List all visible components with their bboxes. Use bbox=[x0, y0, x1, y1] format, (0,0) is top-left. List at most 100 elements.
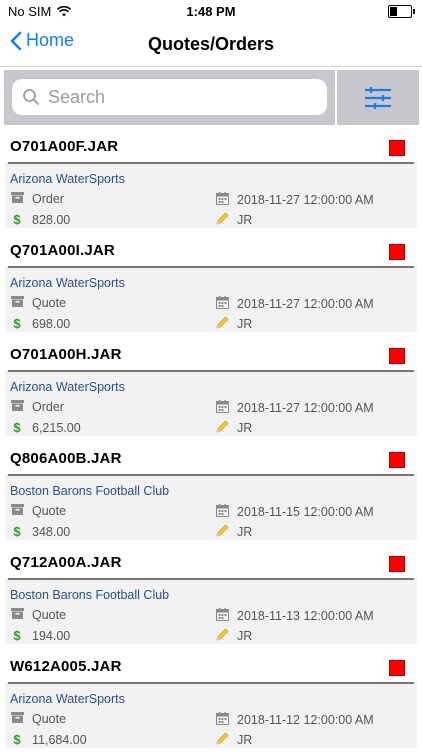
user-row: JR bbox=[215, 524, 252, 540]
order-number: W612A005.JAR bbox=[10, 658, 122, 675]
order-user: JR bbox=[237, 421, 253, 435]
amount-row: $ 194.00 bbox=[10, 628, 70, 643]
dollar-icon: $ bbox=[13, 732, 21, 747]
filter-button[interactable] bbox=[337, 70, 419, 125]
order-amount: 6,215.00 bbox=[32, 420, 81, 435]
search-bar bbox=[4, 70, 335, 125]
status-indicator bbox=[389, 140, 405, 156]
calendar-icon bbox=[215, 296, 229, 312]
archive-box-icon bbox=[10, 400, 24, 414]
order-type: Order bbox=[32, 192, 64, 206]
order-date: 2018-11-27 12:00:00 AM bbox=[237, 193, 374, 207]
card-divider bbox=[8, 370, 414, 372]
order-number: Q701A00I.JAR bbox=[10, 242, 115, 259]
card-header: O701A00F.JAR bbox=[5, 132, 417, 162]
order-date: 2018-11-15 12:00:00 AM bbox=[237, 505, 374, 519]
order-card[interactable]: Q712A00A.JAR Boston Barons Football Club… bbox=[5, 548, 417, 644]
dollar-icon: $ bbox=[13, 628, 21, 643]
dollar-icon: $ bbox=[13, 420, 21, 435]
calendar-icon bbox=[215, 192, 229, 208]
pencil-icon bbox=[215, 628, 229, 644]
pencil-icon bbox=[215, 212, 229, 228]
order-user: JR bbox=[237, 213, 253, 227]
order-card[interactable]: W612A005.JAR Arizona WaterSports Quote $… bbox=[5, 652, 417, 748]
order-type-row: Quote bbox=[10, 608, 66, 622]
dollar-icon: $ bbox=[13, 212, 21, 227]
calendar-icon bbox=[215, 400, 229, 416]
pencil-icon bbox=[215, 420, 229, 436]
customer-name[interactable]: Arizona WaterSports bbox=[10, 172, 125, 186]
order-number: O701A00F.JAR bbox=[10, 138, 119, 155]
order-date: 2018-11-27 12:00:00 AM bbox=[237, 297, 374, 311]
order-number: Q806A00B.JAR bbox=[10, 450, 122, 467]
order-type-row: Quote bbox=[10, 504, 66, 518]
order-user: JR bbox=[237, 733, 253, 747]
user-row: JR bbox=[215, 316, 252, 332]
date-row: 2018-11-27 12:00:00 AM bbox=[215, 400, 374, 416]
pencil-icon bbox=[215, 316, 229, 332]
card-divider bbox=[8, 682, 414, 684]
customer-name[interactable]: Arizona WaterSports bbox=[10, 276, 125, 290]
card-header: W612A005.JAR bbox=[5, 652, 417, 682]
customer-name[interactable]: Boston Barons Football Club bbox=[10, 484, 169, 498]
status-indicator bbox=[389, 348, 405, 364]
user-row: JR bbox=[215, 420, 252, 436]
date-row: 2018-11-13 12:00:00 AM bbox=[215, 608, 374, 624]
order-number: Q712A00A.JAR bbox=[10, 554, 122, 571]
order-date: 2018-11-27 12:00:00 AM bbox=[237, 401, 374, 415]
battery-icon bbox=[388, 5, 415, 18]
archive-box-icon bbox=[10, 712, 24, 726]
order-amount: 11,684.00 bbox=[32, 732, 87, 747]
customer-name[interactable]: Boston Barons Football Club bbox=[10, 588, 169, 602]
order-type-row: Quote bbox=[10, 712, 66, 726]
order-card[interactable]: O701A00H.JAR Arizona WaterSports Order $… bbox=[5, 340, 417, 436]
order-amount: 828.00 bbox=[32, 212, 71, 227]
archive-box-icon bbox=[10, 608, 24, 622]
customer-name[interactable]: Arizona WaterSports bbox=[10, 692, 125, 706]
user-row: JR bbox=[215, 628, 252, 644]
order-card[interactable]: Q806A00B.JAR Boston Barons Football Club… bbox=[5, 444, 417, 540]
status-time: 1:48 PM bbox=[186, 4, 236, 19]
order-card[interactable]: O701A00F.JAR Arizona WaterSports Order $… bbox=[5, 132, 417, 228]
status-indicator bbox=[389, 556, 405, 572]
customer-name[interactable]: Arizona WaterSports bbox=[10, 380, 125, 394]
pencil-icon bbox=[215, 732, 229, 748]
order-amount: 194.00 bbox=[32, 628, 71, 643]
calendar-icon bbox=[215, 608, 229, 624]
order-date: 2018-11-13 12:00:00 AM bbox=[237, 609, 374, 623]
sliders-icon bbox=[365, 86, 391, 109]
archive-box-icon bbox=[10, 504, 24, 518]
order-type: Quote bbox=[32, 296, 67, 310]
amount-row: $ 6,215.00 bbox=[10, 420, 81, 435]
card-divider bbox=[8, 578, 414, 580]
status-indicator bbox=[389, 452, 405, 468]
search-field-container bbox=[12, 79, 327, 115]
card-header: O701A00H.JAR bbox=[5, 340, 417, 370]
order-user: JR bbox=[237, 629, 253, 643]
order-type: Quote bbox=[32, 504, 67, 518]
order-date: 2018-11-12 12:00:00 AM bbox=[237, 713, 374, 727]
nav-bar: Home Quotes/Orders bbox=[0, 22, 422, 67]
card-header: Q712A00A.JAR bbox=[5, 548, 417, 578]
date-row: 2018-11-12 12:00:00 AM bbox=[215, 712, 374, 728]
amount-row: $ 348.00 bbox=[10, 524, 70, 539]
card-header: Q701A00I.JAR bbox=[5, 236, 417, 266]
order-type: Quote bbox=[32, 712, 67, 726]
order-card[interactable]: Q701A00I.JAR Arizona WaterSports Quote $… bbox=[5, 236, 417, 332]
archive-box-icon bbox=[10, 192, 24, 206]
order-type-row: Order bbox=[10, 192, 64, 206]
date-row: 2018-11-27 12:00:00 AM bbox=[215, 296, 374, 312]
dollar-icon: $ bbox=[13, 524, 21, 539]
order-amount: 698.00 bbox=[32, 316, 71, 331]
card-divider bbox=[8, 266, 414, 268]
orders-list: O701A00F.JAR Arizona WaterSports Order $… bbox=[0, 132, 422, 756]
user-row: JR bbox=[215, 732, 252, 748]
date-row: 2018-11-15 12:00:00 AM bbox=[215, 504, 374, 520]
card-header: Q806A00B.JAR bbox=[5, 444, 417, 474]
amount-row: $ 828.00 bbox=[10, 212, 70, 227]
order-type-row: Quote bbox=[10, 296, 66, 310]
search-input[interactable] bbox=[46, 85, 310, 109]
dollar-icon: $ bbox=[13, 316, 21, 331]
amount-row: $ 698.00 bbox=[10, 316, 70, 331]
calendar-icon bbox=[215, 504, 229, 520]
